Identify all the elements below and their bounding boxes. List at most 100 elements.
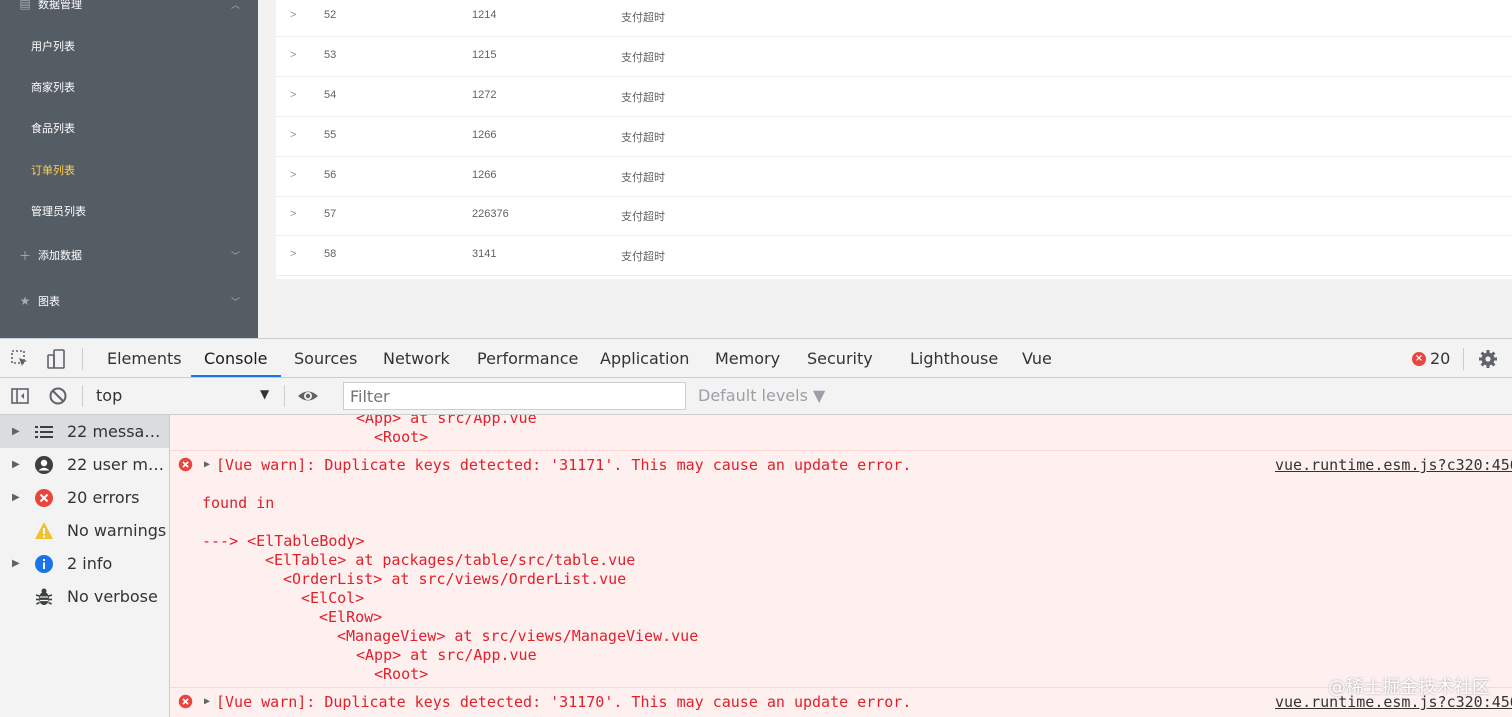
tab-sources[interactable]: Sources [294,339,357,377]
table-row: > 53 1215 支付超时 [276,37,1512,77]
divider [82,348,83,370]
trace-line: <Root> [374,428,429,446]
document-icon: ▤ [19,0,31,11]
sidebar-item-admins[interactable]: 管理员列表 [0,191,258,231]
table-row: > 56 1266 支付超时 [276,157,1512,197]
table-cell-code: 1215 [472,49,497,61]
sidebar-filter-verbose[interactable]: No verbose [0,580,169,613]
sidebar-filter-errors[interactable]: ▶ 20 errors [0,481,169,514]
tab-lighthouse[interactable]: Lighthouse [910,339,998,377]
clear-console-icon[interactable] [47,385,69,407]
sidebar-filter-label: 22 messages [67,422,167,441]
table-cell-status: 支付超时 [621,132,665,144]
tab-network[interactable]: Network [383,339,450,377]
table-row: > 55 1266 支付超时 [276,117,1512,157]
expand-row-icon[interactable]: > [290,89,296,101]
table-cell-id: 58 [324,248,337,260]
warning-icon [34,521,54,541]
expand-arrow-icon[interactable]: ▶ [12,459,20,470]
table-cell-id: 56 [324,169,337,181]
tab-security[interactable]: Security [807,339,873,377]
table-cell-id: 57 [324,208,337,220]
trace-line: <Root> [374,665,429,683]
sidebar-filter-warnings[interactable]: No warnings [0,514,169,547]
table-cell-code: 3141 [472,248,497,260]
sidebar-item-orders[interactable]: 订单列表 [0,150,258,190]
table-cell-id: 55 [324,129,337,141]
table-cell-status: 支付超时 [621,52,665,64]
table-cell-status: 支付超时 [621,251,665,263]
expand-arrow-icon[interactable]: ▶ [12,426,20,437]
expand-row-icon[interactable]: > [290,248,296,260]
menu-group-label: 添加数据 [38,250,82,262]
expand-arrow-icon[interactable]: ▶ [12,558,20,569]
expand-message-icon[interactable]: ▶ [204,459,210,470]
menu-group-label: 图表 [38,296,60,308]
table-row: > 52 1214 支付超时 [276,0,1512,37]
table-cell-code: 1266 [472,129,497,141]
user-icon [34,455,54,475]
context-selector[interactable]: top [96,386,122,405]
tab-memory[interactable]: Memory [715,339,780,377]
device-toolbar-icon[interactable] [45,348,67,370]
table-cell-id: 52 [324,9,337,21]
sidebar-item-label: 用户列表 [31,41,75,53]
inspect-element-icon[interactable] [9,348,31,370]
tab-application[interactable]: Application [600,339,689,377]
error-icon [178,457,193,476]
menu-group-charts[interactable]: ★ 图表 ﹀ [0,281,258,321]
main-content: > 52 1214 支付超时 > 53 1215 支付超时 > 54 1272 … [258,0,1512,338]
trace-line: ---> <ElTableBody> [202,532,365,550]
expand-row-icon[interactable]: > [290,208,296,220]
error-icon: × [1412,351,1426,366]
sidebar-filter-messages[interactable]: ▶ 22 messages [0,415,169,448]
table-cell-status: 支付超时 [621,211,665,223]
sidebar-item-label: 食品列表 [31,123,75,135]
chevron-up-icon: ︿ [230,0,240,10]
menu-group-data-management[interactable]: ▤ 数据管理 ︿ [0,0,258,24]
divider [1463,348,1464,370]
menu-group-label: 数据管理 [38,0,82,11]
trace-line: <ElRow> [319,608,383,626]
eye-icon[interactable] [297,385,319,407]
error-counter[interactable]: × 20 [1412,349,1450,368]
tab-console[interactable]: Console [191,339,281,377]
filter-input[interactable] [343,382,686,410]
tab-performance[interactable]: Performance [477,339,578,377]
sidebar-filter-user-messages[interactable]: ▶ 22 user mes... [0,448,169,481]
table-row: > 58 3141 支付超时 [276,236,1512,276]
divider [284,385,285,407]
sidebar-filter-info[interactable]: ▶ 2 info [0,547,169,580]
source-link[interactable]: vue.runtime.esm.js?c320:4560 [1275,456,1512,474]
expand-message-icon[interactable]: ▶ [204,696,210,707]
expand-row-icon[interactable]: > [290,9,296,21]
expand-arrow-icon[interactable]: ▶ [12,492,20,503]
app-viewport: ▤ 数据管理 ︿ 用户列表 商家列表 食品列表 订单列表 管理员列表 ＋ 添加数… [0,0,1512,338]
menu-group-add-data[interactable]: ＋ 添加数据 ﹀ [0,235,258,275]
watermark: @稀土掘金技术社区 [1328,677,1490,698]
console-message: ▶ [Vue warn]: Duplicate keys detected: '… [170,687,1512,717]
tab-elements[interactable]: Elements [107,339,182,377]
sidebar-filter-label: No verbose [67,587,158,606]
sidebar-item-users[interactable]: 用户列表 [0,26,258,66]
dropdown-arrow-icon[interactable]: ▼ [260,387,269,401]
sidebar-item-shops[interactable]: 商家列表 [0,67,258,107]
trace-line: <OrderList> at src/views/OrderList.vue [283,570,627,588]
settings-gear-icon[interactable] [1477,348,1499,370]
expand-row-icon[interactable]: > [290,169,296,181]
table-row: > 57 226376 支付超时 [276,196,1512,236]
toggle-sidebar-icon[interactable] [9,385,31,407]
expand-row-icon[interactable]: > [290,129,296,141]
table-cell-code: 1272 [472,89,497,101]
devtools-tab-bar: Elements Console Sources Network Perform… [0,339,1512,378]
log-levels-dropdown[interactable]: Default levels ▼ [698,386,825,405]
table-cell-code: 1214 [472,9,497,21]
trace-line: <App> at src/App.vue [356,415,537,427]
expand-row-icon[interactable]: > [290,49,296,61]
trace-line: <ManageView> at src/views/ManageView.vue [337,627,699,645]
tab-vue[interactable]: Vue [1022,339,1052,377]
console-toolbar: top ▼ Default levels ▼ [0,378,1512,415]
sidebar-item-label: 商家列表 [31,82,75,94]
sidebar-item-foods[interactable]: 食品列表 [0,108,258,148]
table-cell-id: 54 [324,89,337,101]
